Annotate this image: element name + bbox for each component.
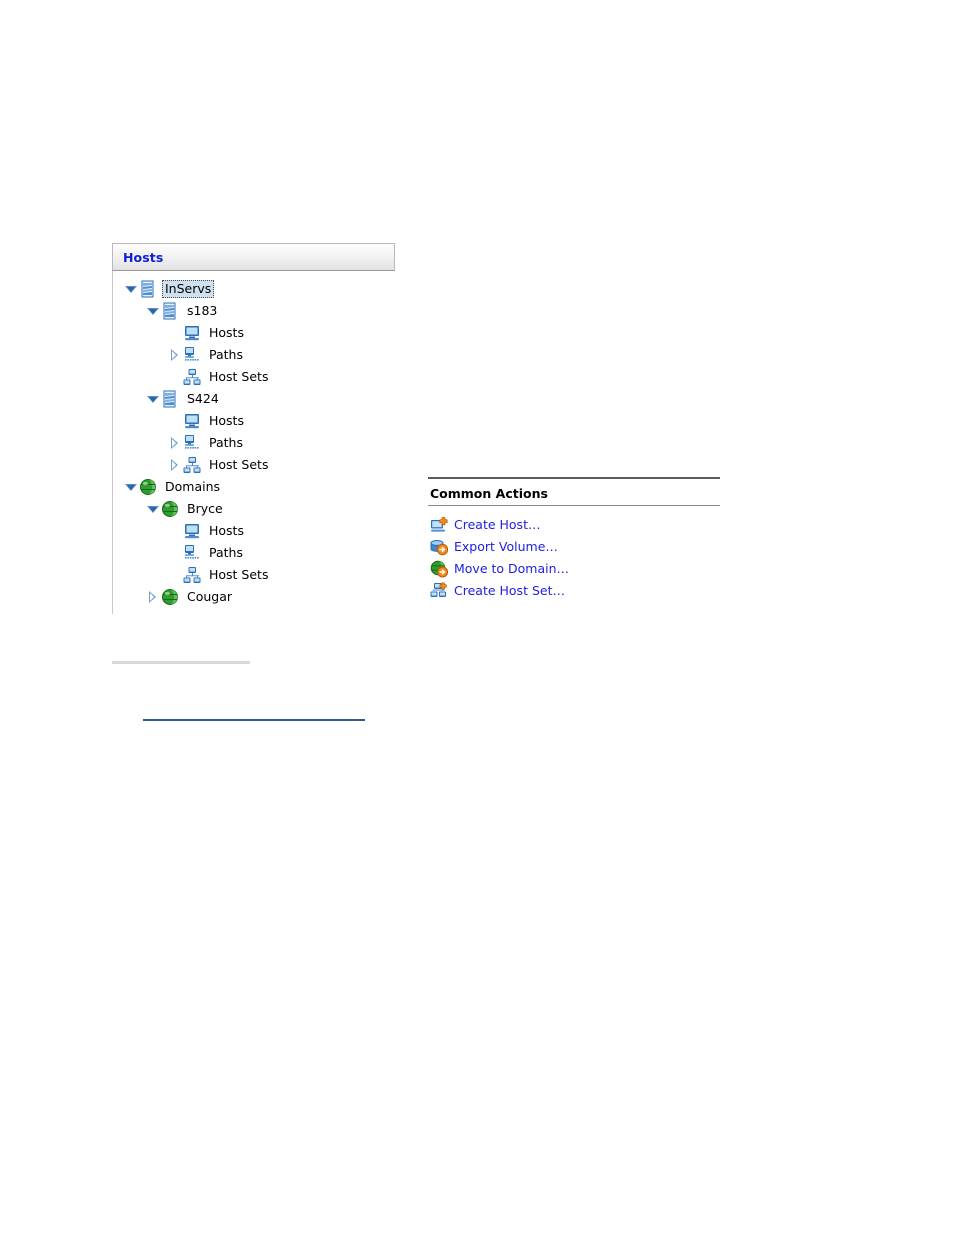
tree-node-label: Domains [165, 479, 221, 494]
tree-node-label: Paths [209, 545, 243, 560]
tree-panel-title: Hosts [123, 249, 164, 265]
tree-node-host-sets[interactable]: Host Sets [113, 454, 395, 476]
host-icon [183, 324, 201, 342]
toggle-spacer [167, 523, 183, 539]
common-actions-panel: Common Actions Create Host… Export Volume… [428, 477, 720, 602]
tree-node-label: Hosts [209, 325, 244, 340]
collapse-triangle-icon[interactable] [123, 479, 139, 495]
tree-node-hosts[interactable]: Hosts [113, 520, 395, 542]
tree-node-label: Host Sets [209, 369, 269, 384]
tree-node-paths[interactable]: Paths [113, 432, 395, 454]
tree-node-s424[interactable]: S424 [113, 388, 395, 410]
hostset-icon [183, 368, 201, 386]
tree-node-cougar[interactable]: Cougar [113, 586, 395, 608]
export-volume-icon [430, 538, 449, 556]
common-action-label: Create Host… [454, 517, 541, 532]
tree-node-label: Paths [209, 347, 243, 362]
tree-node-hosts[interactable]: Hosts [113, 410, 395, 432]
hostset-icon [183, 456, 201, 474]
tree-node-label: Cougar [187, 589, 233, 604]
tree-node-s183[interactable]: s183 [113, 300, 395, 322]
tree-node-paths[interactable]: Paths [113, 344, 395, 366]
path-icon [183, 434, 201, 452]
inserv-icon [161, 302, 179, 320]
tree-node-host-sets[interactable]: Host Sets [113, 366, 395, 388]
expand-triangle-icon[interactable] [167, 347, 183, 363]
common-action-label: Move to Domain… [454, 561, 570, 576]
common-actions-title: Common Actions [430, 486, 548, 501]
tree-node-label: s183 [187, 303, 218, 318]
hostset-icon [183, 566, 201, 584]
common-action-label: Export Volume… [454, 539, 558, 554]
tree-node-label: Host Sets [209, 457, 269, 472]
domain-icon [161, 588, 179, 606]
toggle-spacer [167, 413, 183, 429]
inserv-icon [139, 280, 157, 298]
collapse-triangle-icon[interactable] [145, 391, 161, 407]
collapse-triangle-icon[interactable] [145, 303, 161, 319]
toggle-spacer [167, 369, 183, 385]
tree-node-label: InServs [162, 280, 215, 298]
tree-node-label: S424 [187, 391, 219, 406]
tree-node-bryce[interactable]: Bryce [113, 498, 395, 520]
common-actions-list: Create Host… Export Volume… Move to Domain… [428, 506, 720, 601]
common-action-create-host-set[interactable]: Create Host Set… [428, 580, 720, 601]
tree-node-label: Paths [209, 435, 243, 450]
collapse-triangle-icon[interactable] [145, 501, 161, 517]
common-action-create-host[interactable]: Create Host… [428, 514, 720, 535]
toggle-spacer [167, 545, 183, 561]
host-icon [183, 412, 201, 430]
create-host-icon [430, 516, 448, 534]
common-action-export-volume[interactable]: Export Volume… [428, 536, 720, 557]
expand-triangle-icon[interactable] [167, 457, 183, 473]
tree-node-domains[interactable]: Domains [113, 476, 395, 498]
tree-node-inservs[interactable]: InServs [113, 278, 395, 300]
tree-node-hosts[interactable]: Hosts [113, 322, 395, 344]
tree-node-paths[interactable]: Paths [113, 542, 395, 564]
page-divider-gray [112, 661, 250, 664]
expand-triangle-icon[interactable] [167, 435, 183, 451]
page-divider-blue [143, 719, 365, 721]
move-to-domain-icon [430, 560, 449, 578]
create-host-set-icon [430, 581, 448, 600]
tree-node-label: Host Sets [209, 567, 269, 582]
inserv-icon [161, 390, 179, 408]
path-icon [183, 346, 201, 364]
tree-node-label: Hosts [209, 413, 244, 428]
tree-node-host-sets[interactable]: Host Sets [113, 564, 395, 586]
common-action-move-to-domain[interactable]: Move to Domain… [428, 558, 720, 579]
expand-triangle-icon[interactable] [145, 589, 161, 605]
tree-panel-header: Hosts [112, 243, 395, 271]
toggle-spacer [167, 325, 183, 341]
toggle-spacer [167, 567, 183, 583]
host-icon [183, 522, 201, 540]
tree-node-label: Bryce [187, 501, 223, 516]
common-action-label: Create Host Set… [454, 583, 565, 598]
collapse-triangle-icon[interactable] [123, 281, 139, 297]
tree-node-label: Hosts [209, 523, 244, 538]
domain-icon [139, 478, 157, 496]
hosts-tree-panel: Hosts InServs s183 Hosts Paths Host Sets S424… [112, 243, 395, 614]
domain-icon [161, 500, 179, 518]
path-icon [183, 544, 201, 562]
tree-node-list: InServs s183 Hosts Paths Host Sets S424 Hosts P… [112, 271, 395, 614]
